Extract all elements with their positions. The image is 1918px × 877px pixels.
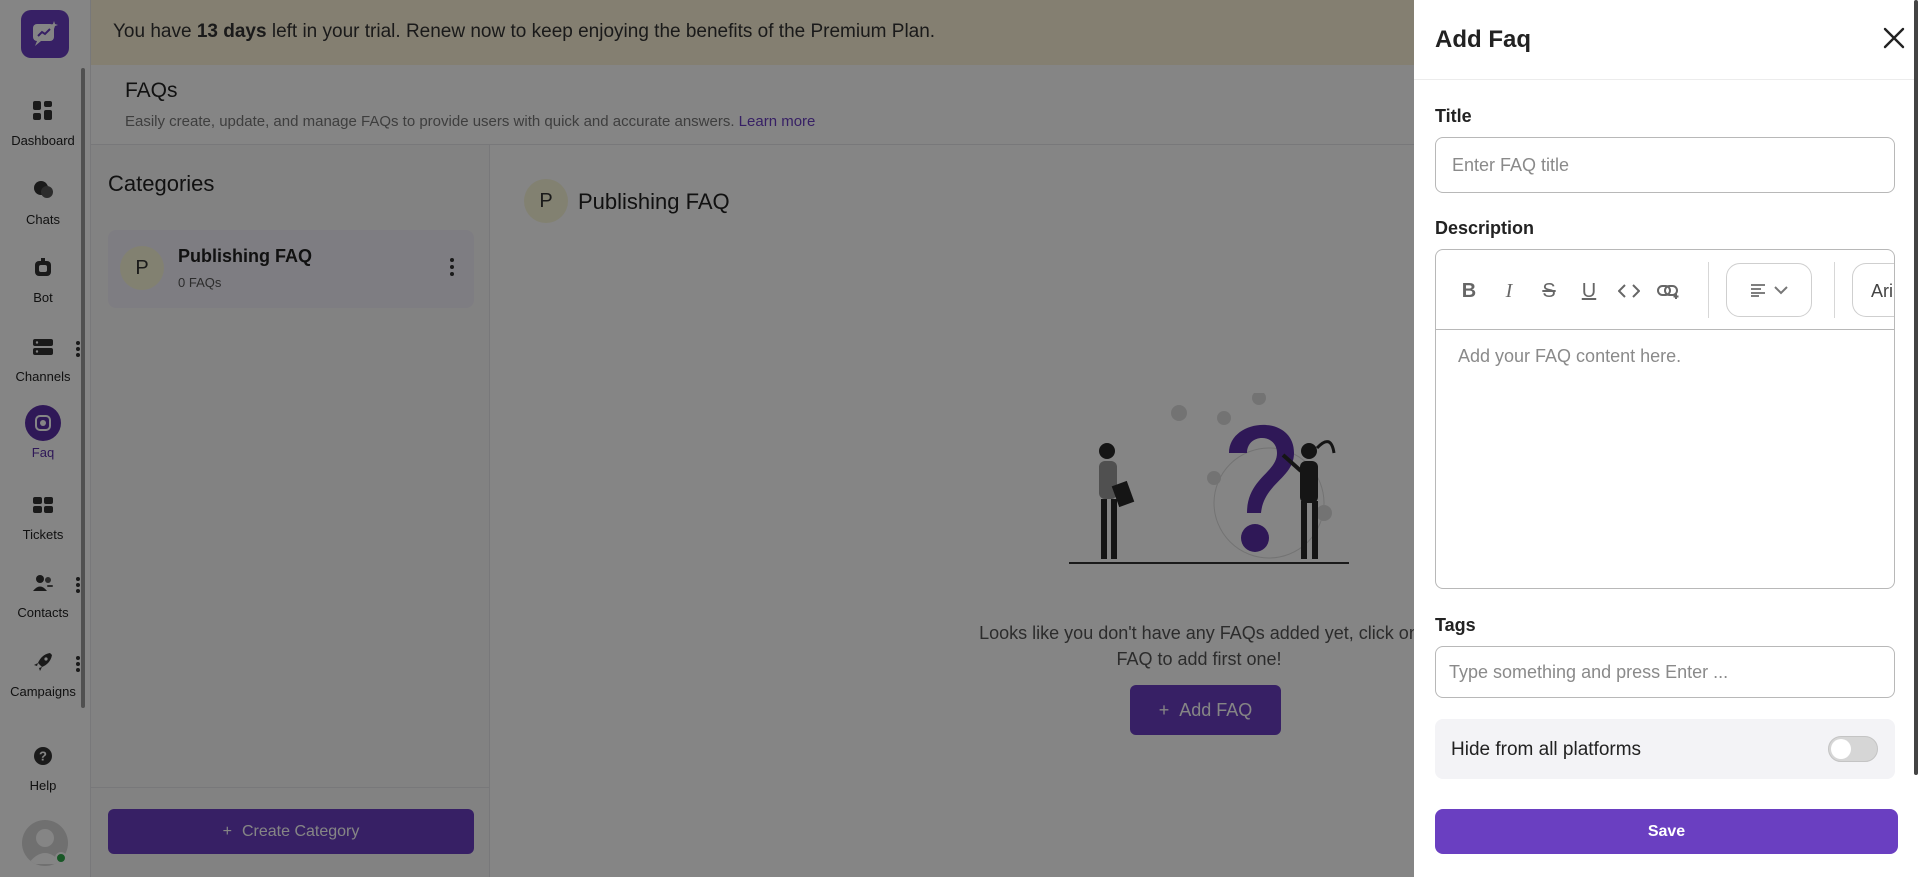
alignment-dropdown[interactable] [1726,263,1812,317]
code-icon[interactable] [1616,278,1642,304]
align-left-icon [1751,284,1765,297]
hide-platforms-toggle[interactable] [1828,736,1878,762]
hide-platforms-label: Hide from all platforms [1451,739,1642,760]
bold-icon[interactable]: B [1456,278,1482,304]
italic-icon[interactable]: I [1496,278,1522,304]
strikethrough-icon[interactable]: S [1536,278,1562,304]
editor-toolbar: B I S U Ari [1436,250,1894,330]
toolbar-divider [1834,262,1835,318]
underline-icon[interactable]: U [1576,278,1602,304]
tags-input[interactable] [1435,646,1895,698]
drawer-scrollbar[interactable] [1914,0,1918,775]
tags-label: Tags [1435,615,1476,635]
rich-text-editor: B I S U Ari Add your FAQ content here. [1435,249,1895,589]
font-family-dropdown[interactable]: Ari [1852,263,1894,317]
toggle-knob [1831,739,1851,759]
title-label: Title [1435,106,1472,126]
drawer-title: Add Faq [1435,26,1531,53]
description-editor-body[interactable]: Add your FAQ content here. [1436,330,1894,588]
description-label: Description [1435,218,1535,238]
drawer-header: Add Faq [1414,0,1918,80]
chevron-down-icon [1774,285,1788,294]
close-icon[interactable] [1880,24,1908,52]
save-button[interactable]: Save [1435,809,1898,854]
add-faq-drawer: Add Faq Title Description B I S U Ari [1414,0,1918,877]
link-icon[interactable] [1656,278,1682,304]
faq-title-input[interactable] [1435,137,1895,193]
toolbar-divider [1708,262,1709,318]
hide-platforms-row: Hide from all platforms [1435,719,1895,779]
